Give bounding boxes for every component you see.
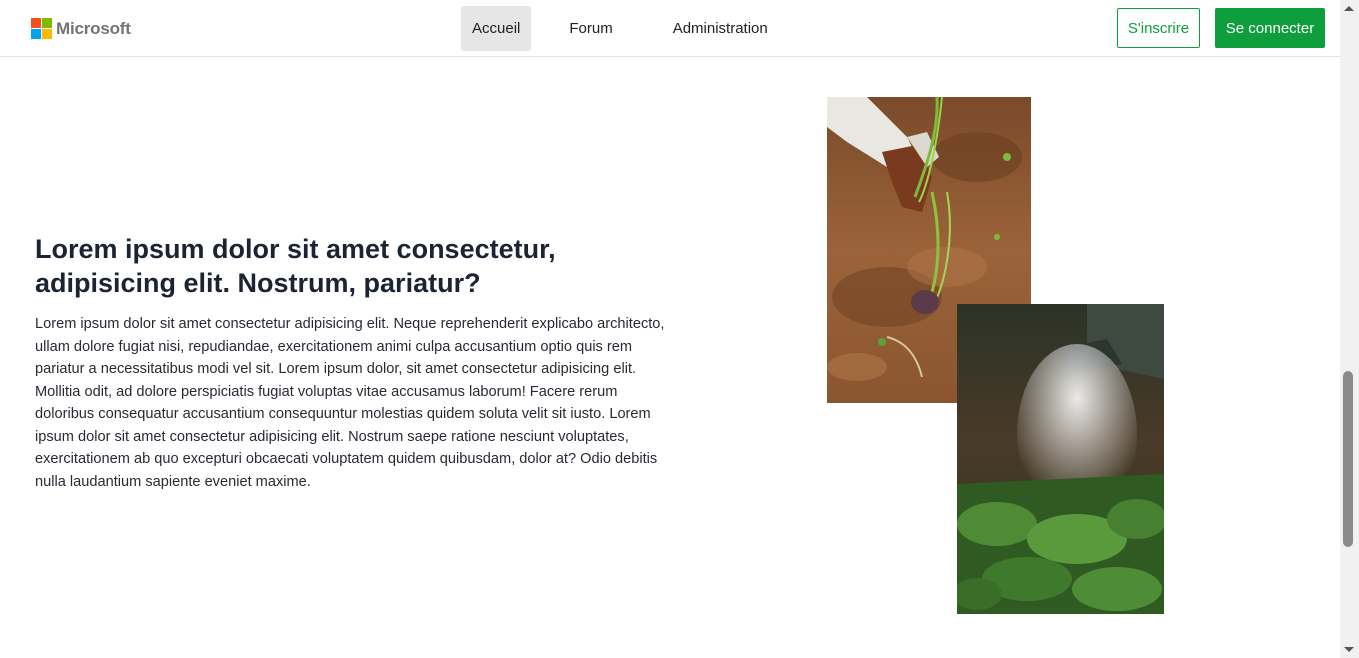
top-navigation-bar: Microsoft Accueil Forum Administration S… (0, 0, 1340, 57)
nav-item-forum[interactable]: Forum (558, 6, 623, 51)
scroll-up-arrow-icon[interactable] (1344, 6, 1354, 11)
login-button[interactable]: Se connecter (1215, 8, 1325, 48)
microsoft-logo[interactable]: Microsoft (31, 18, 131, 39)
scroll-down-arrow-icon[interactable] (1344, 647, 1354, 652)
logo-text: Microsoft (56, 18, 131, 38)
hero-paragraph: Lorem ipsum dolor sit amet consectetur a… (35, 316, 665, 490)
vertical-scrollbar[interactable] (1340, 0, 1359, 658)
scrollbar-thumb[interactable] (1343, 371, 1353, 547)
microsoft-logo-icon (31, 18, 52, 39)
nav-item-administration[interactable]: Administration (662, 6, 779, 51)
watering-plants-photo (957, 304, 1164, 614)
main-nav: Accueil Forum Administration (461, 6, 779, 51)
nav-item-accueil[interactable]: Accueil (461, 6, 532, 51)
signup-button[interactable]: S'inscrire (1117, 8, 1200, 48)
hero-headline: Lorem ipsum dolor sit amet consectetur, … (35, 234, 556, 298)
